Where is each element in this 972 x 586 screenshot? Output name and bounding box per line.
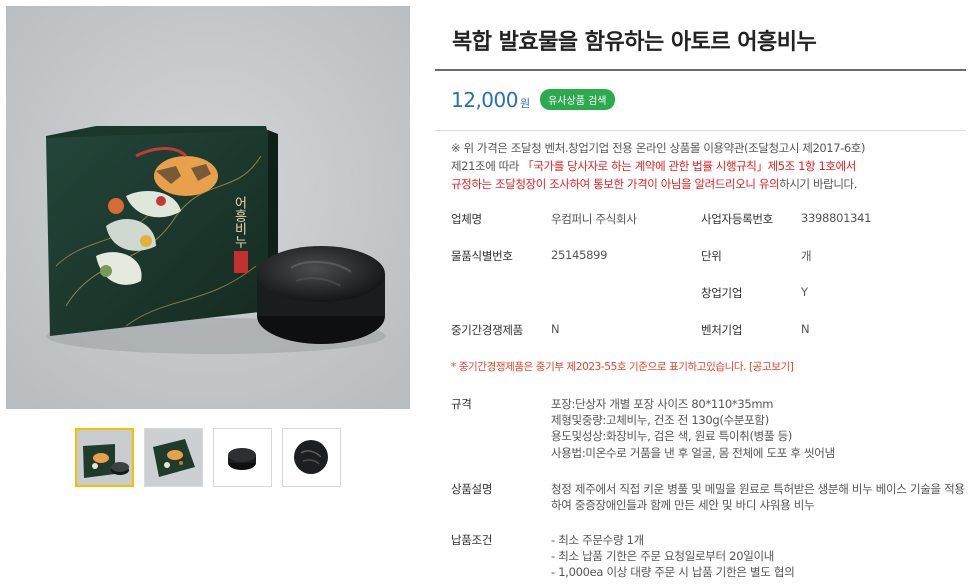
company-value: 우컴퍼니 주식회사 xyxy=(551,212,637,226)
thumbnail-soap-top-view[interactable] xyxy=(282,428,341,487)
itemno-value: 25145899 xyxy=(551,248,608,262)
spec-label: 규격 xyxy=(451,397,472,411)
condition-line: - 최소 납품 기한은 주문 요청일로부터 20일이내 xyxy=(551,549,775,564)
startup-value: Y xyxy=(801,285,808,299)
notice-line-3-suffix: 하시기 바랍니다. xyxy=(779,177,857,191)
price-row: 12,000 원 유사상품 검색 xyxy=(451,88,615,113)
startup-label: 창업기업 xyxy=(701,286,743,300)
spec-line: 용도및성상:화장비누, 검은 색, 원료 특이취(병풀 등) xyxy=(551,429,793,444)
spec-line: 사용법:미온수로 거품을 낸 후 얼굴, 몸 전체에 도포 후 씻어냄 xyxy=(551,445,835,460)
thumbnail-strip xyxy=(75,428,341,487)
notice-line-2: 제21조에 따라 「국가를 당사자로 하는 계약에 관한 법률 시행규칙」제5조… xyxy=(451,157,961,175)
unit-label: 단위 xyxy=(701,249,722,263)
venture-label: 벤처기업 xyxy=(701,323,743,337)
conditions-list: - 최소 주문수량 1개 - 최소 납품 기한은 주문 요청일로부터 20일이내… xyxy=(551,532,795,581)
bizno-value: 3398801341 xyxy=(801,211,872,225)
thumbnail-box-with-soap[interactable] xyxy=(75,428,134,487)
condition-line: - 최소 주문수량 1개 xyxy=(551,533,644,547)
smb-label: 중기간경쟁제품 xyxy=(451,323,523,337)
product-title: 복합 발효물을 함유하는 아토르 어흥비누 xyxy=(452,30,817,55)
notice-line-2-red: 「국가를 당사자로 하는 계약에 관한 법률 시행규칙」제5조 1항 1호에서 xyxy=(522,159,856,173)
main-product-image: 어흥비누 xyxy=(6,6,410,409)
unit-value: 개 xyxy=(801,249,812,263)
spec-list: 포장:단상자 개별 포장 사이즈 80*110*35mm 제형및중량:고체비누,… xyxy=(551,396,835,461)
price-notice: ※ 위 가격은 조달청 벤처.창업기업 전용 온라인 상품몰 이용약관(조달청고… xyxy=(451,139,961,193)
similar-products-button[interactable]: 유사상품 검색 xyxy=(540,89,615,110)
conditions-label: 납품조건 xyxy=(451,533,493,547)
spec-line: 포장:단상자 개별 포장 사이즈 80*110*35mm xyxy=(551,397,774,411)
notice-line-3-red: 규정하는 조달청장이 조사하여 통보한 가격이 아님을 알려드리오니 유의 xyxy=(451,177,780,191)
svg-text:어흥비누: 어흥비누 xyxy=(232,196,247,248)
venture-value: N xyxy=(801,322,810,336)
description-label: 상품설명 xyxy=(451,482,493,496)
condition-line: - 1,000ea 이상 대량 주문 시 납품 기한은 별도 협의 xyxy=(551,565,795,580)
itemno-label: 물품식별번호 xyxy=(451,249,513,263)
thumbnail-soap-on-white[interactable] xyxy=(213,428,272,487)
description-text: 청정 제주에서 직접 키운 병풀 및 메밀을 원료로 특허받은 생분해 비누 베… xyxy=(551,482,965,513)
price-currency: 원 xyxy=(519,97,531,110)
notice-line-2-prefix: 제21조에 따라 xyxy=(451,159,523,173)
smb-value: N xyxy=(551,322,560,336)
product-price: 12,000 xyxy=(451,88,518,112)
notice-line-1: ※ 위 가격은 조달청 벤처.창업기업 전용 온라인 상품몰 이용약관(조달청고… xyxy=(451,141,866,155)
title-divider xyxy=(435,69,966,71)
thumbnail-box-angled[interactable] xyxy=(144,428,203,487)
smb-notice-link[interactable]: * 중기간경쟁제품은 중기부 제2023-55호 기준으로 표기하고있습니다. … xyxy=(451,359,794,374)
spec-line: 제형및중량:고체비누, 건조 전 130g(수분포함) xyxy=(551,413,769,428)
company-label: 업체명 xyxy=(451,212,482,226)
price-divider xyxy=(435,130,966,131)
bizno-label: 사업자등록번호 xyxy=(701,212,773,226)
notice-line-3: 규정하는 조달청장이 조사하여 통보한 가격이 아님을 알려드리오니 유의하시기… xyxy=(451,175,961,193)
